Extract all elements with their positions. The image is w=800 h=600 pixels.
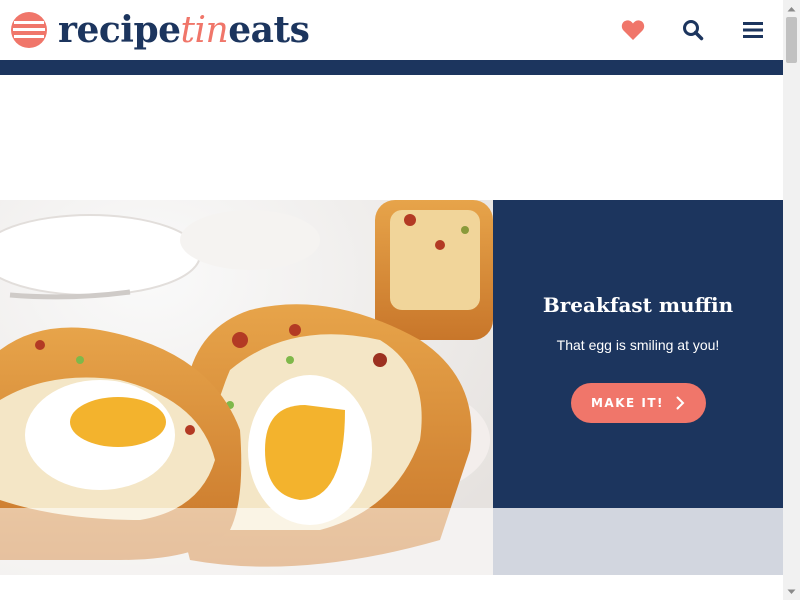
make-it-button[interactable]: MAKE IT! [570, 383, 706, 423]
make-it-label: MAKE IT! [590, 396, 665, 410]
site-logo[interactable]: recipetineats [10, 8, 310, 52]
header-nav-band [0, 60, 783, 75]
logo-word-eats: eats [228, 8, 310, 51]
scroll-up-arrow-icon[interactable] [783, 0, 800, 17]
hero-subtitle: That egg is smiling at you! [556, 337, 720, 353]
photo-fade-overlay [0, 508, 493, 575]
hero-text-panel: Breakfast muffin That egg is smiling at … [493, 200, 783, 508]
hero-panel-footer [493, 508, 783, 575]
chevron-right-icon [676, 396, 685, 410]
heart-icon[interactable] [620, 17, 646, 43]
page: recipetineats Breakfast muffin That egg … [0, 0, 800, 600]
hero-feature: Breakfast muffin That egg is smiling at … [0, 200, 783, 575]
scroll-down-arrow-icon[interactable] [783, 583, 800, 600]
vertical-scrollbar[interactable] [783, 0, 800, 600]
logo-mark-icon [11, 12, 47, 48]
logo-wordmark: recipetineats [58, 8, 310, 51]
logo-word-tin: tin [180, 9, 229, 51]
logo-word-recipe: recipe [58, 8, 181, 51]
hamburger-menu-icon[interactable] [740, 17, 766, 43]
hero-title[interactable]: Breakfast muffin [543, 293, 733, 317]
search-icon[interactable] [680, 17, 706, 43]
scrollbar-thumb[interactable] [786, 17, 797, 63]
site-header: recipetineats [0, 0, 783, 60]
